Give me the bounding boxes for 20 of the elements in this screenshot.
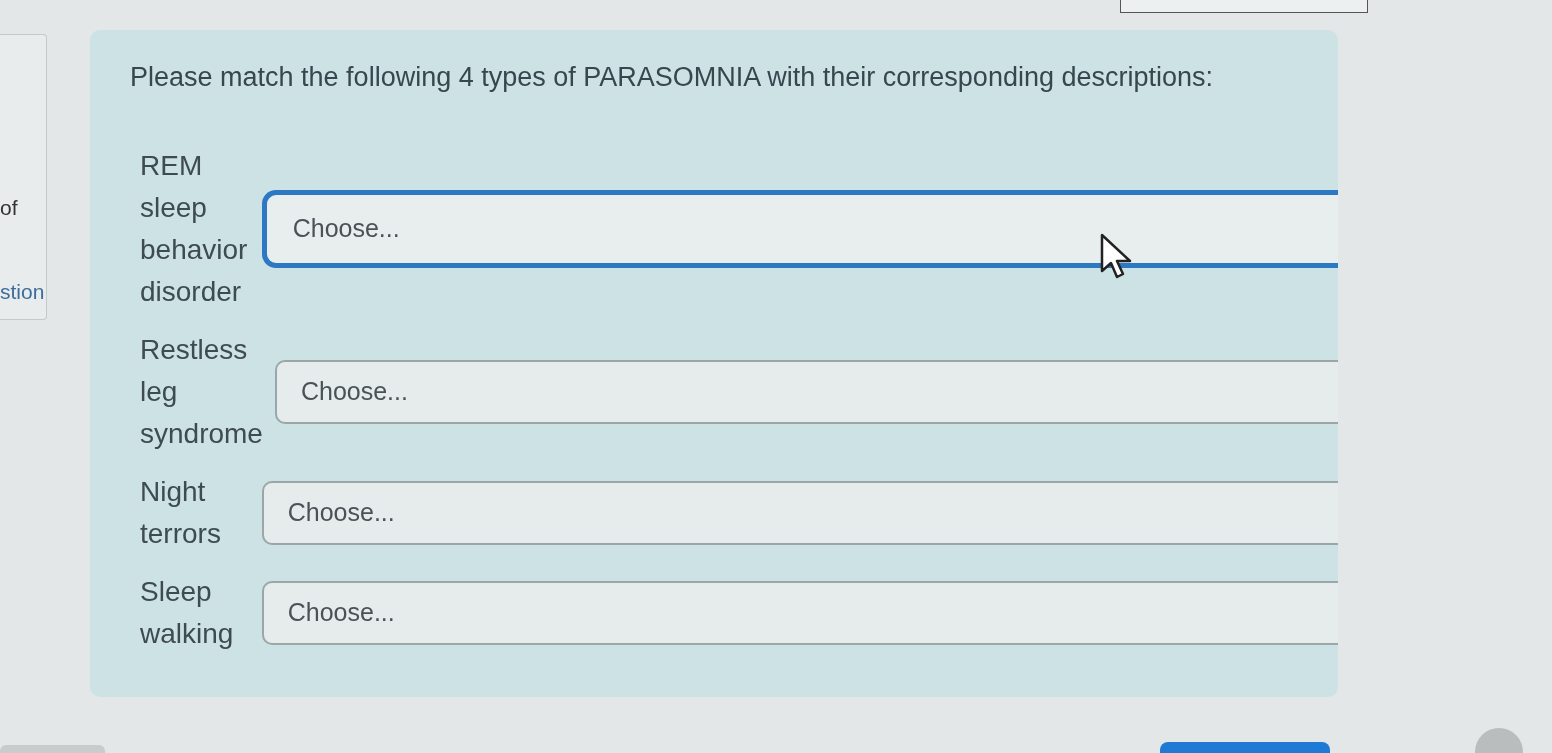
- choose-dropdown[interactable]: Choose...: [261, 190, 1338, 268]
- choose-dropdown[interactable]: Choose...: [261, 481, 1338, 545]
- term-label: Restless leg syndrome: [140, 333, 263, 451]
- text-fragment: of: [0, 195, 18, 221]
- term-label: Night terrors: [140, 475, 222, 551]
- dropdown-value: Choose...: [287, 597, 395, 629]
- question-prompt: Please match the following 4 types of PARASOMNIA with their corresponding descriptions:: [130, 61, 1215, 94]
- choose-dropdown[interactable]: Choose...: [261, 581, 1338, 645]
- partial-button[interactable]: [1160, 742, 1330, 753]
- dropdown-value: Choose...: [292, 213, 400, 245]
- round-button[interactable]: [1475, 728, 1523, 753]
- dropdown-value: Choose...: [300, 376, 408, 408]
- term-label: REM sleep behavior disorder: [140, 149, 249, 309]
- mouse-cursor-icon: [1100, 233, 1134, 279]
- link[interactable]: stion: [0, 279, 45, 305]
- term-label: Sleep walking: [140, 575, 235, 651]
- partial-button[interactable]: [0, 745, 105, 753]
- choose-dropdown[interactable]: Choose...: [274, 360, 1338, 424]
- dropdown-value: Choose...: [287, 497, 395, 529]
- text-field[interactable]: [1120, 0, 1368, 13]
